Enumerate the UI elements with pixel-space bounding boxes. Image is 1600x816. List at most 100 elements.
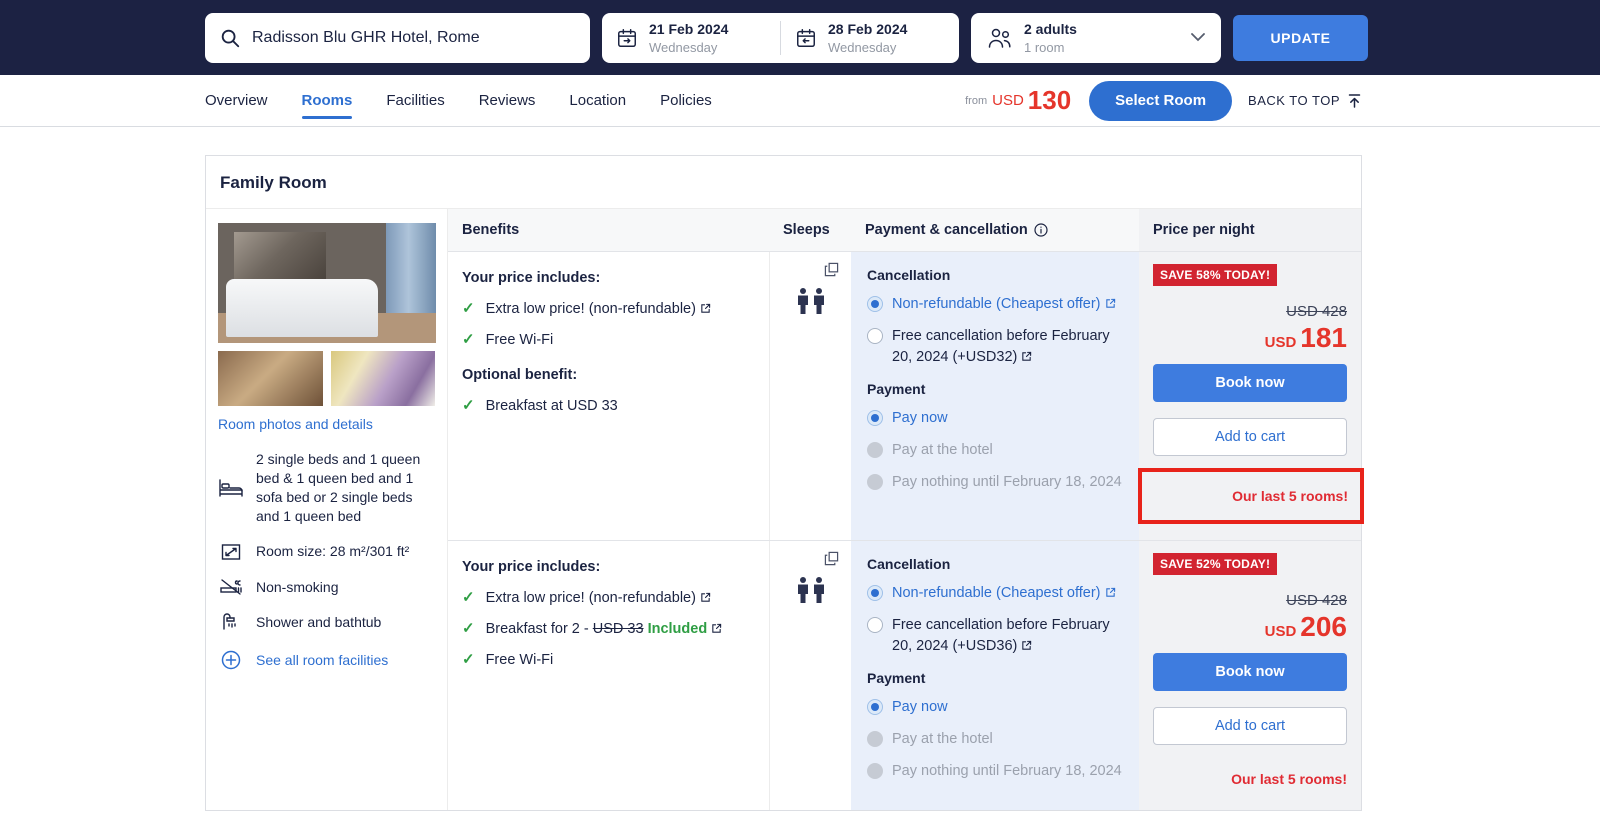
search-icon [219,27,241,49]
option-label: Pay at the hotel [892,440,993,460]
update-button[interactable]: UPDATE [1233,15,1368,61]
payment-label: Payment [867,670,1123,686]
payment-option-pay-at-hotel: Pay at the hotel [867,440,1123,460]
cancellation-option-free-cancellation[interactable]: Free cancellation before February 20, 20… [867,615,1123,656]
room-title: Family Room [220,173,1347,193]
option-label: Free cancellation before February 20, 20… [892,328,1110,364]
radio-disabled [867,731,883,747]
room-size-text: Room size: 28 m²/301 ft² [256,542,409,561]
tab-policies[interactable]: Policies [660,75,712,126]
checkout-calendar-icon [795,27,817,49]
sleeps-occupancy-2-adults [770,288,851,314]
radio-unselected [867,617,883,633]
see-all-facilities-link[interactable]: See all room facilities [218,650,435,670]
tab-facilities[interactable]: Facilities [386,75,444,126]
radio-selected [867,699,883,715]
benefit-strikethrough-price: USD 33 [593,621,644,637]
no-smoking-icon [218,578,244,596]
room-photo-thumb-2[interactable] [331,351,436,406]
external-link-icon[interactable] [1021,351,1032,362]
external-link-icon[interactable] [1105,298,1116,309]
plus-circle-icon [218,650,244,670]
offer-row-1: Your price includes: ✓ Extra low price! … [448,252,1361,540]
offer-2-payment-cancellation: Cancellation Non-refundable (Cheapest of… [851,541,1139,810]
radio-unselected [867,328,883,344]
add-to-cart-button[interactable]: Add to cart [1153,418,1347,456]
price-column-header: Price per night [1139,209,1361,251]
check-icon: ✓ [462,299,475,319]
back-to-top-link[interactable]: BACK TO TOP [1248,93,1362,109]
benefit-free-wifi: ✓ Free Wi-Fi [462,330,751,351]
save-badge: SAVE 52% TODAY! [1153,553,1277,575]
benefits-column-header: Benefits [448,209,769,251]
radio-disabled [867,763,883,779]
expand-icon[interactable] [824,551,839,566]
info-icon[interactable] [1034,223,1048,237]
hotel-search-input[interactable] [252,29,576,47]
current-price-value: 206 [1300,611,1347,642]
checkin-calendar-icon [616,27,638,49]
checkout-day: Wednesday [828,40,907,55]
external-link-icon[interactable] [1105,587,1116,598]
checkout-date-picker[interactable]: 28 Feb 2024 Wednesday [781,13,959,63]
benefit-text-prefix: Breakfast for 2 - [486,621,593,637]
radio-selected [867,410,883,426]
room-card-header: Family Room [206,156,1361,209]
room-photos-details-link[interactable]: Room photos and details [218,416,373,432]
payment-option-pay-nothing-until: Pay nothing until February 18, 2024 [867,472,1123,492]
room-photo-thumb-1[interactable] [218,351,323,406]
payment-option-pay-at-hotel: Pay at the hotel [867,729,1123,749]
tab-list: Overview Rooms Facilities Reviews Locati… [205,75,712,126]
option-label: Pay now [892,697,948,717]
non-smoking-item: Non-smoking [218,578,435,597]
bed-configuration-text: 2 single beds and 1 queen bed & 1 queen … [256,450,435,526]
add-to-cart-button[interactable]: Add to cart [1153,707,1347,745]
cancellation-option-nonrefundable[interactable]: Non-refundable (Cheapest offer) [867,583,1123,603]
external-link-icon[interactable] [1021,640,1032,651]
booking-search-bar: 21 Feb 2024 Wednesday 28 Feb 2024 Wednes… [0,0,1600,75]
urgency-message: Our last 5 rooms! [1154,488,1348,504]
cancellation-option-free-cancellation[interactable]: Free cancellation before February 20, 20… [867,326,1123,367]
current-price-value: 181 [1300,322,1347,353]
offer-1-payment-cancellation: Cancellation Non-refundable (Cheapest of… [851,252,1139,540]
external-link-icon[interactable] [711,623,722,634]
tab-reviews[interactable]: Reviews [479,75,536,126]
cancellation-option-nonrefundable[interactable]: Non-refundable (Cheapest offer) [867,294,1123,314]
checkin-day: Wednesday [649,40,728,55]
select-room-button[interactable]: Select Room [1089,81,1232,121]
benefit-text: Breakfast at USD 33 [486,396,618,417]
check-icon: ✓ [462,619,475,639]
adult-icon [797,577,809,603]
check-icon: ✓ [462,588,475,608]
hotel-search-box[interactable] [205,13,590,63]
benefit-free-wifi: ✓ Free Wi-Fi [462,650,751,671]
radio-disabled [867,474,883,490]
external-link-icon[interactable] [700,592,711,603]
payment-option-pay-now[interactable]: Pay now [867,697,1123,717]
offer-1-benefits: Your price includes: ✓ Extra low price! … [448,252,769,540]
guests-selector[interactable]: 2 adults 1 room [971,13,1221,63]
guests-icon [987,27,1013,49]
tab-location[interactable]: Location [569,75,626,126]
current-price: USD181 [1153,322,1347,354]
checkin-date-picker[interactable]: 21 Feb 2024 Wednesday [602,13,780,63]
benefit-text: Free Wi-Fi [486,650,554,671]
book-now-button[interactable]: Book now [1153,364,1347,402]
external-link-icon[interactable] [700,303,711,314]
room-summary-column: Room photos and details 2 single beds an… [206,209,448,810]
room-photo-thumbnails [218,351,435,406]
expand-icon[interactable] [824,262,839,277]
book-now-button[interactable]: Book now [1153,653,1347,691]
sleeps-column-header: Sleeps [769,209,851,251]
check-icon: ✓ [462,396,475,416]
option-label: Free cancellation before February 20, 20… [892,617,1110,653]
tab-overview[interactable]: Overview [205,75,268,126]
see-all-facilities-label: See all room facilities [256,652,388,668]
chevron-down-icon [1191,33,1205,42]
option-label: Pay now [892,408,948,428]
tab-rooms[interactable]: Rooms [302,75,353,126]
room-photo-main[interactable] [218,223,436,343]
price-includes-label: Your price includes: [462,270,751,286]
price-includes-label: Your price includes: [462,559,751,575]
payment-option-pay-now[interactable]: Pay now [867,408,1123,428]
